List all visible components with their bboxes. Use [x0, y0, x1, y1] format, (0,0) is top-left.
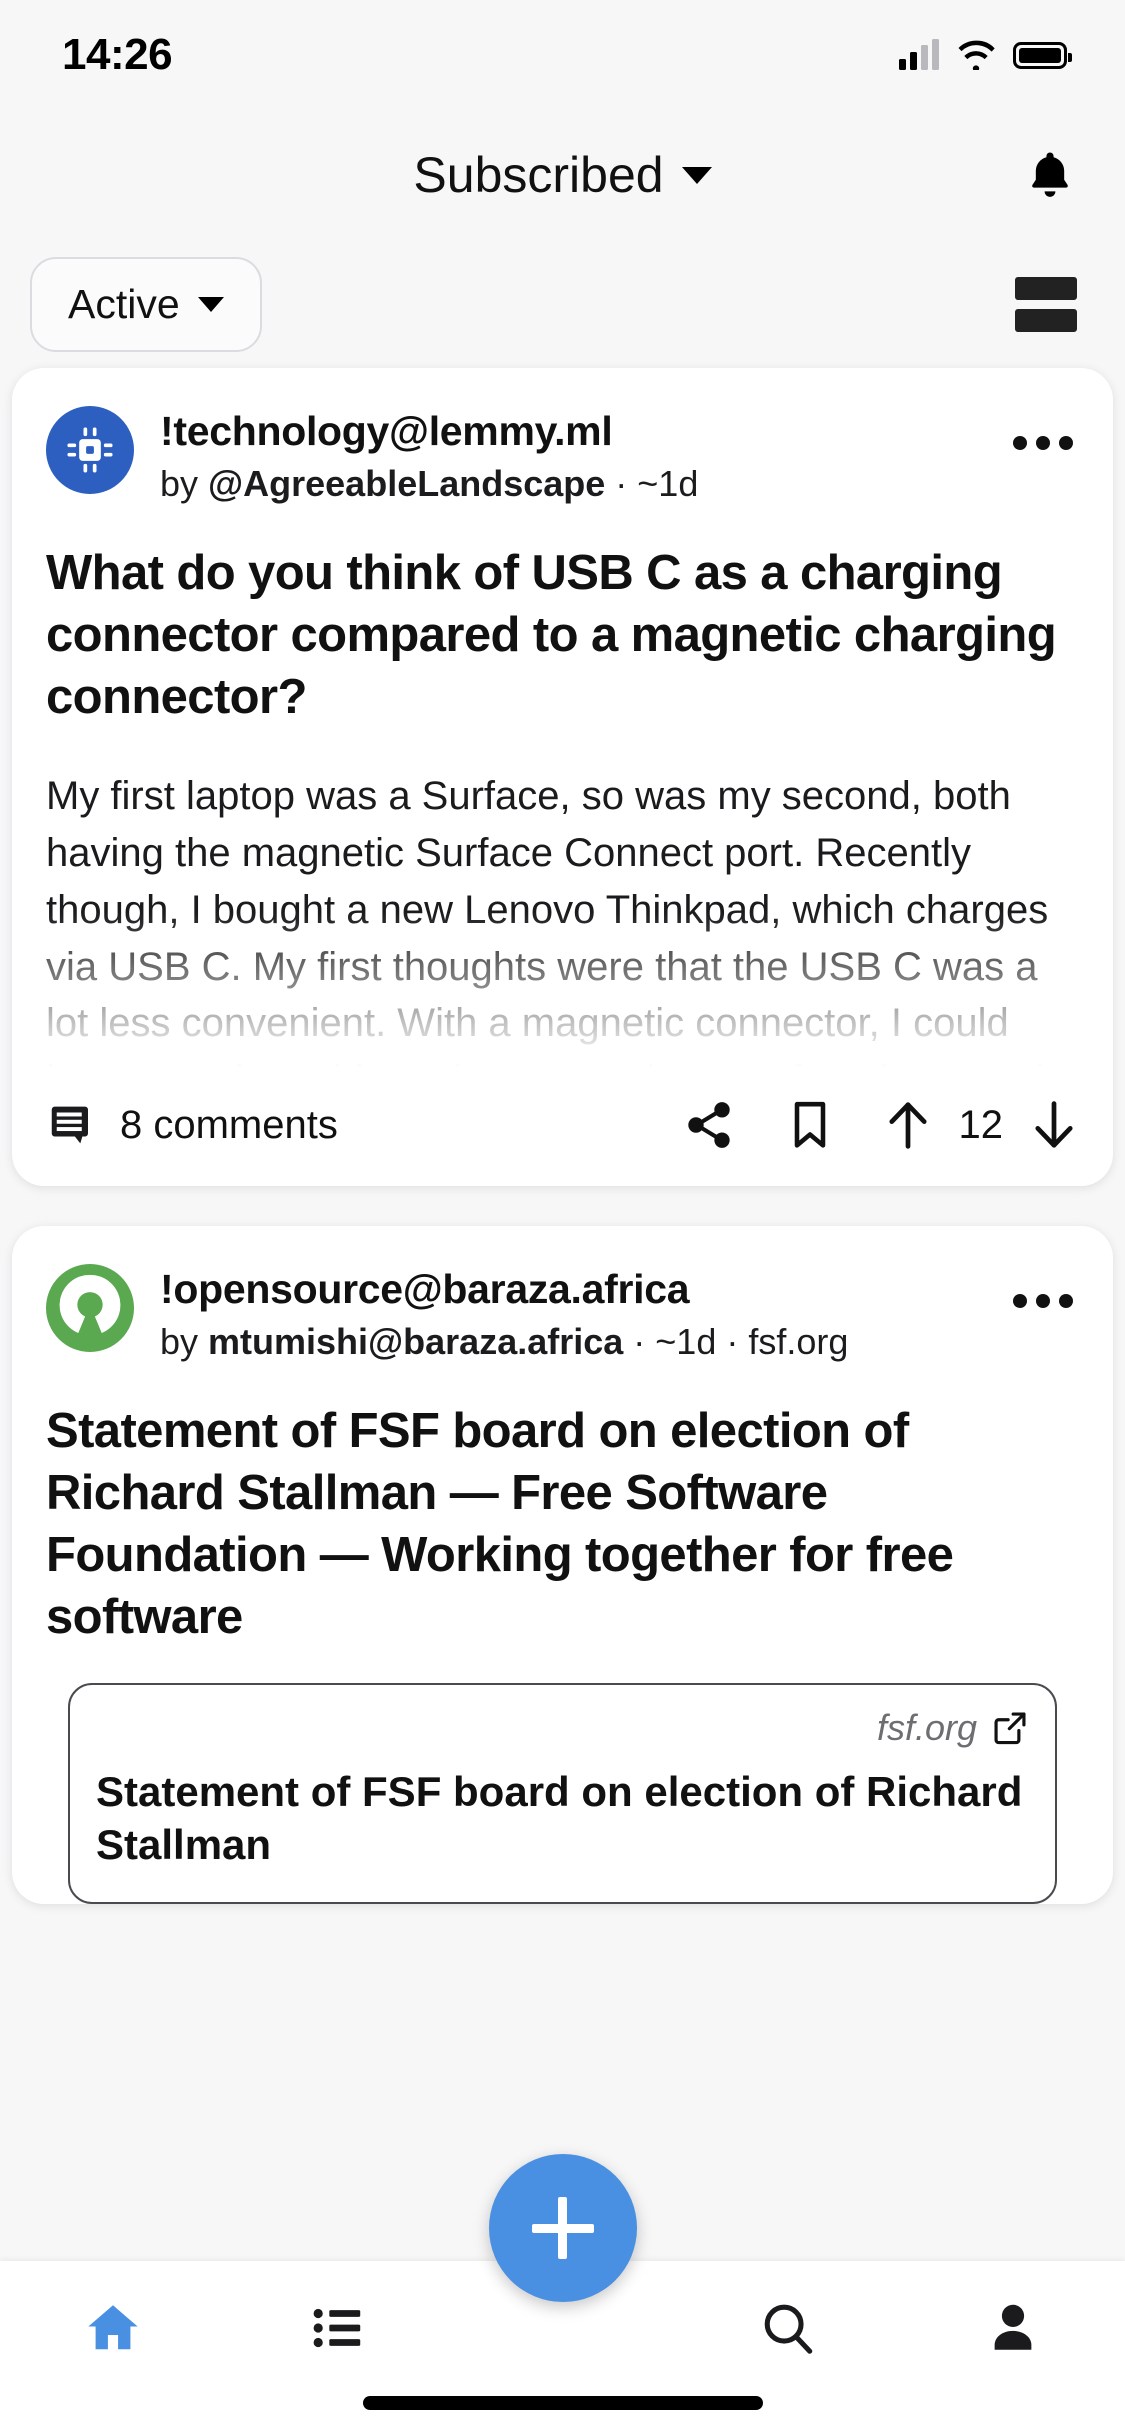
listing-type-selector[interactable]: Subscribed	[413, 146, 712, 204]
nav-item-communities[interactable]	[225, 2285, 450, 2371]
arrow-down-icon[interactable]	[1031, 1098, 1077, 1152]
post-card[interactable]: !opensource@baraza.africa by mtumishi@ba…	[12, 1226, 1113, 1905]
comments-count-label: 8 comments	[120, 1102, 338, 1147]
comments-button[interactable]: 8 comments	[48, 1100, 338, 1150]
bookmark-icon[interactable]	[787, 1099, 833, 1151]
post-score: 12	[958, 1102, 1004, 1147]
sort-selector[interactable]: Active	[30, 256, 262, 352]
byline-prefix: by	[160, 462, 209, 504]
community-avatar[interactable]	[46, 1264, 134, 1353]
link-preview-title: Statement of FSF board on election of Ri…	[96, 1767, 1023, 1869]
app-bar: Subscribed	[0, 110, 1125, 240]
chevron-down-icon	[681, 166, 712, 184]
more-options-icon[interactable]	[1013, 1294, 1073, 1309]
home-icon	[82, 2299, 144, 2357]
compact-view-icon[interactable]	[1015, 276, 1077, 332]
search-icon	[757, 2299, 819, 2357]
cpu-chip-icon	[64, 424, 116, 476]
more-options-icon[interactable]	[1013, 436, 1073, 450]
arrow-up-icon[interactable]	[885, 1098, 931, 1152]
status-icons	[899, 39, 1072, 70]
status-bar: 14:26	[0, 0, 1125, 110]
post-header: !opensource@baraza.africa by mtumishi@ba…	[46, 1264, 1079, 1366]
external-link-icon[interactable]	[991, 1709, 1029, 1747]
nav-item-profile[interactable]	[900, 2285, 1125, 2371]
post-title[interactable]: What do you think of USB C as a charging…	[46, 542, 1079, 729]
comment-icon	[48, 1100, 98, 1150]
person-icon	[984, 2299, 1042, 2357]
share-icon[interactable]	[683, 1099, 735, 1151]
cellular-signal-icon	[899, 39, 939, 70]
byline-suffix: · ~1d	[605, 462, 699, 504]
nav-item-home[interactable]	[0, 2285, 225, 2371]
post-byline: by mtumishi@baraza.africa · ~1d · fsf.or…	[160, 1319, 1079, 1366]
link-domain-label: fsf.org	[876, 1706, 977, 1748]
byline-prefix: by	[160, 1320, 209, 1362]
page-title: Subscribed	[413, 147, 664, 203]
post-body: My first laptop was a Surface, so was my…	[46, 774, 1056, 1068]
post-byline: by @AgreeableLandscape · ~1d	[160, 461, 1079, 508]
plus-icon-vertical	[558, 2197, 567, 2259]
post-author[interactable]: mtumishi@baraza.africa	[208, 1321, 623, 1362]
status-time: 14:26	[62, 30, 173, 79]
battery-icon	[1013, 41, 1072, 69]
link-domain-row: fsf.org	[96, 1707, 1029, 1749]
list-icon	[307, 2299, 369, 2357]
link-preview-card[interactable]: fsf.org Statement of FSF board on electi…	[68, 1682, 1057, 1905]
nav-item-search[interactable]	[675, 2285, 900, 2371]
filter-bar: Active	[0, 240, 1125, 368]
byline-suffix: · ~1d · fsf.org	[623, 1320, 849, 1362]
post-actions: 8 comments 12	[12, 1068, 1113, 1186]
sort-label: Active	[68, 280, 180, 327]
chevron-down-icon	[197, 296, 224, 312]
wifi-icon	[956, 40, 996, 70]
create-post-button[interactable]	[488, 2154, 637, 2302]
community-name[interactable]: !opensource@baraza.africa	[160, 1266, 1079, 1313]
post-feed: !technology@lemmy.ml by @AgreeableLandsc…	[0, 368, 1125, 1905]
community-name[interactable]: !technology@lemmy.ml	[160, 408, 1079, 455]
post-author[interactable]: @AgreeableLandscape	[208, 463, 605, 504]
bell-icon[interactable]	[1023, 146, 1077, 204]
open-source-icon	[51, 1269, 129, 1347]
community-avatar[interactable]	[46, 406, 134, 494]
home-indicator	[362, 2396, 763, 2410]
post-header: !technology@lemmy.ml by @AgreeableLandsc…	[46, 406, 1079, 508]
post-card[interactable]: !technology@lemmy.ml by @AgreeableLandsc…	[12, 368, 1113, 1187]
post-title[interactable]: Statement of FSF board on election of Ri…	[46, 1400, 1079, 1649]
